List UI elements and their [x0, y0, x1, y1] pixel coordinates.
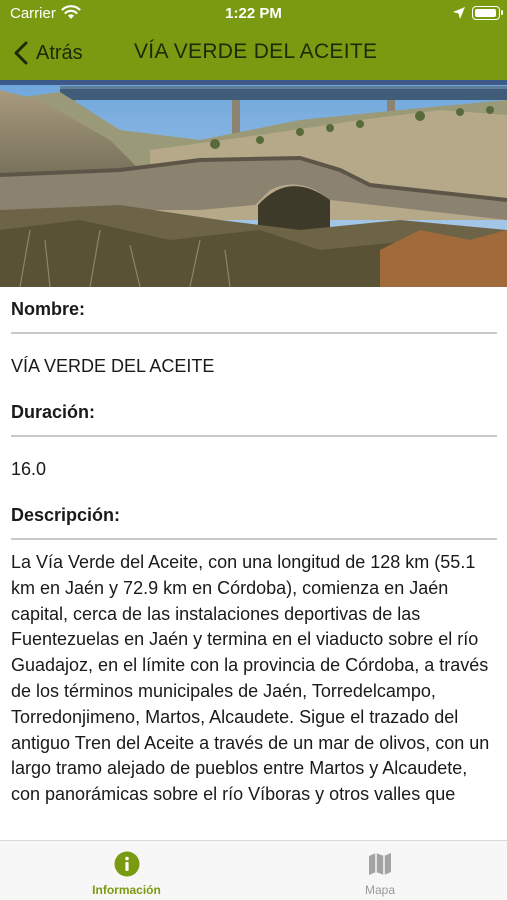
status-time: 1:22 PM	[225, 5, 282, 22]
tab-label: Información	[92, 883, 161, 897]
tab-label: Mapa	[364, 883, 396, 897]
tab-informacion[interactable]: Información	[0, 841, 253, 900]
tab-bar: Información Mapa	[0, 840, 507, 900]
route-photo	[0, 80, 507, 287]
description-text: La Vía Verde del Aceite, con una longitu…	[11, 552, 490, 805]
route-details: Nombre: VÍA VERDE DEL ACEITE Duración: 1…	[11, 287, 497, 840]
duration-label: Duración:	[11, 402, 96, 422]
status-bar: Carrier 1:22 PM	[0, 0, 507, 28]
name-label: Nombre:	[11, 299, 86, 319]
navigation-bar: Atrás VÍA VERDE DEL ACEITE	[0, 28, 507, 80]
top-bar: Carrier 1:22 PM Atrás VÍA VERDE DEL ACEI…	[0, 0, 507, 80]
duration-value: 16.0	[11, 459, 47, 479]
map-icon	[369, 853, 391, 875]
name-value: VÍA VERDE DEL ACEITE	[11, 356, 215, 376]
location-arrow-icon	[453, 7, 465, 19]
page-title: VÍA VERDE DEL ACEITE	[134, 40, 378, 63]
battery-icon	[472, 6, 503, 20]
chevron-left-icon	[14, 41, 28, 65]
tab-mapa[interactable]: Mapa	[253, 841, 507, 900]
back-button[interactable]: Atrás	[12, 38, 83, 68]
description-label: Descripción:	[11, 505, 121, 525]
info-icon	[114, 851, 139, 877]
back-label: Atrás	[36, 41, 83, 64]
